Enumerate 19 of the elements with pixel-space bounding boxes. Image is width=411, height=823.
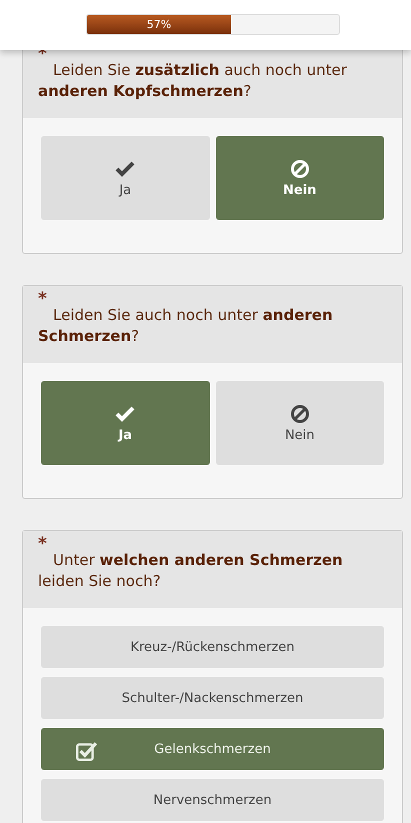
check-icon xyxy=(115,158,136,178)
check-icon xyxy=(115,404,136,424)
question-text: Unter welchen anderen Schmerzen leiden Sie noch? xyxy=(38,550,344,592)
question-text: Leiden Sie zusätzlich auch noch unter anderen Kopfschmerzen? xyxy=(38,60,348,102)
choice-button[interactable]: Kreuz-/Rückenschmerzen xyxy=(41,626,384,668)
required-mark: * xyxy=(38,291,48,304)
prohibited-icon xyxy=(290,404,310,424)
checkbox-icon xyxy=(75,740,97,762)
choice-button[interactable]: Gelenkschmerzen xyxy=(41,728,384,770)
answer-button[interactable]: Ja xyxy=(41,136,210,220)
answer-button[interactable]: Nein xyxy=(216,136,384,220)
choice-button[interactable]: Nervenschmerzen xyxy=(41,779,384,821)
required-mark: * xyxy=(38,536,48,549)
answer-button[interactable]: Nein xyxy=(216,381,384,465)
answer-button[interactable]: Ja xyxy=(41,381,210,465)
prohibited-icon xyxy=(290,158,310,178)
choice-button[interactable]: Schulter-/Nackenschmerzen xyxy=(41,677,384,719)
question-text: Leiden Sie auch noch unter anderen Schmerzen? xyxy=(38,305,334,347)
progress-label: 57% xyxy=(146,17,172,33)
